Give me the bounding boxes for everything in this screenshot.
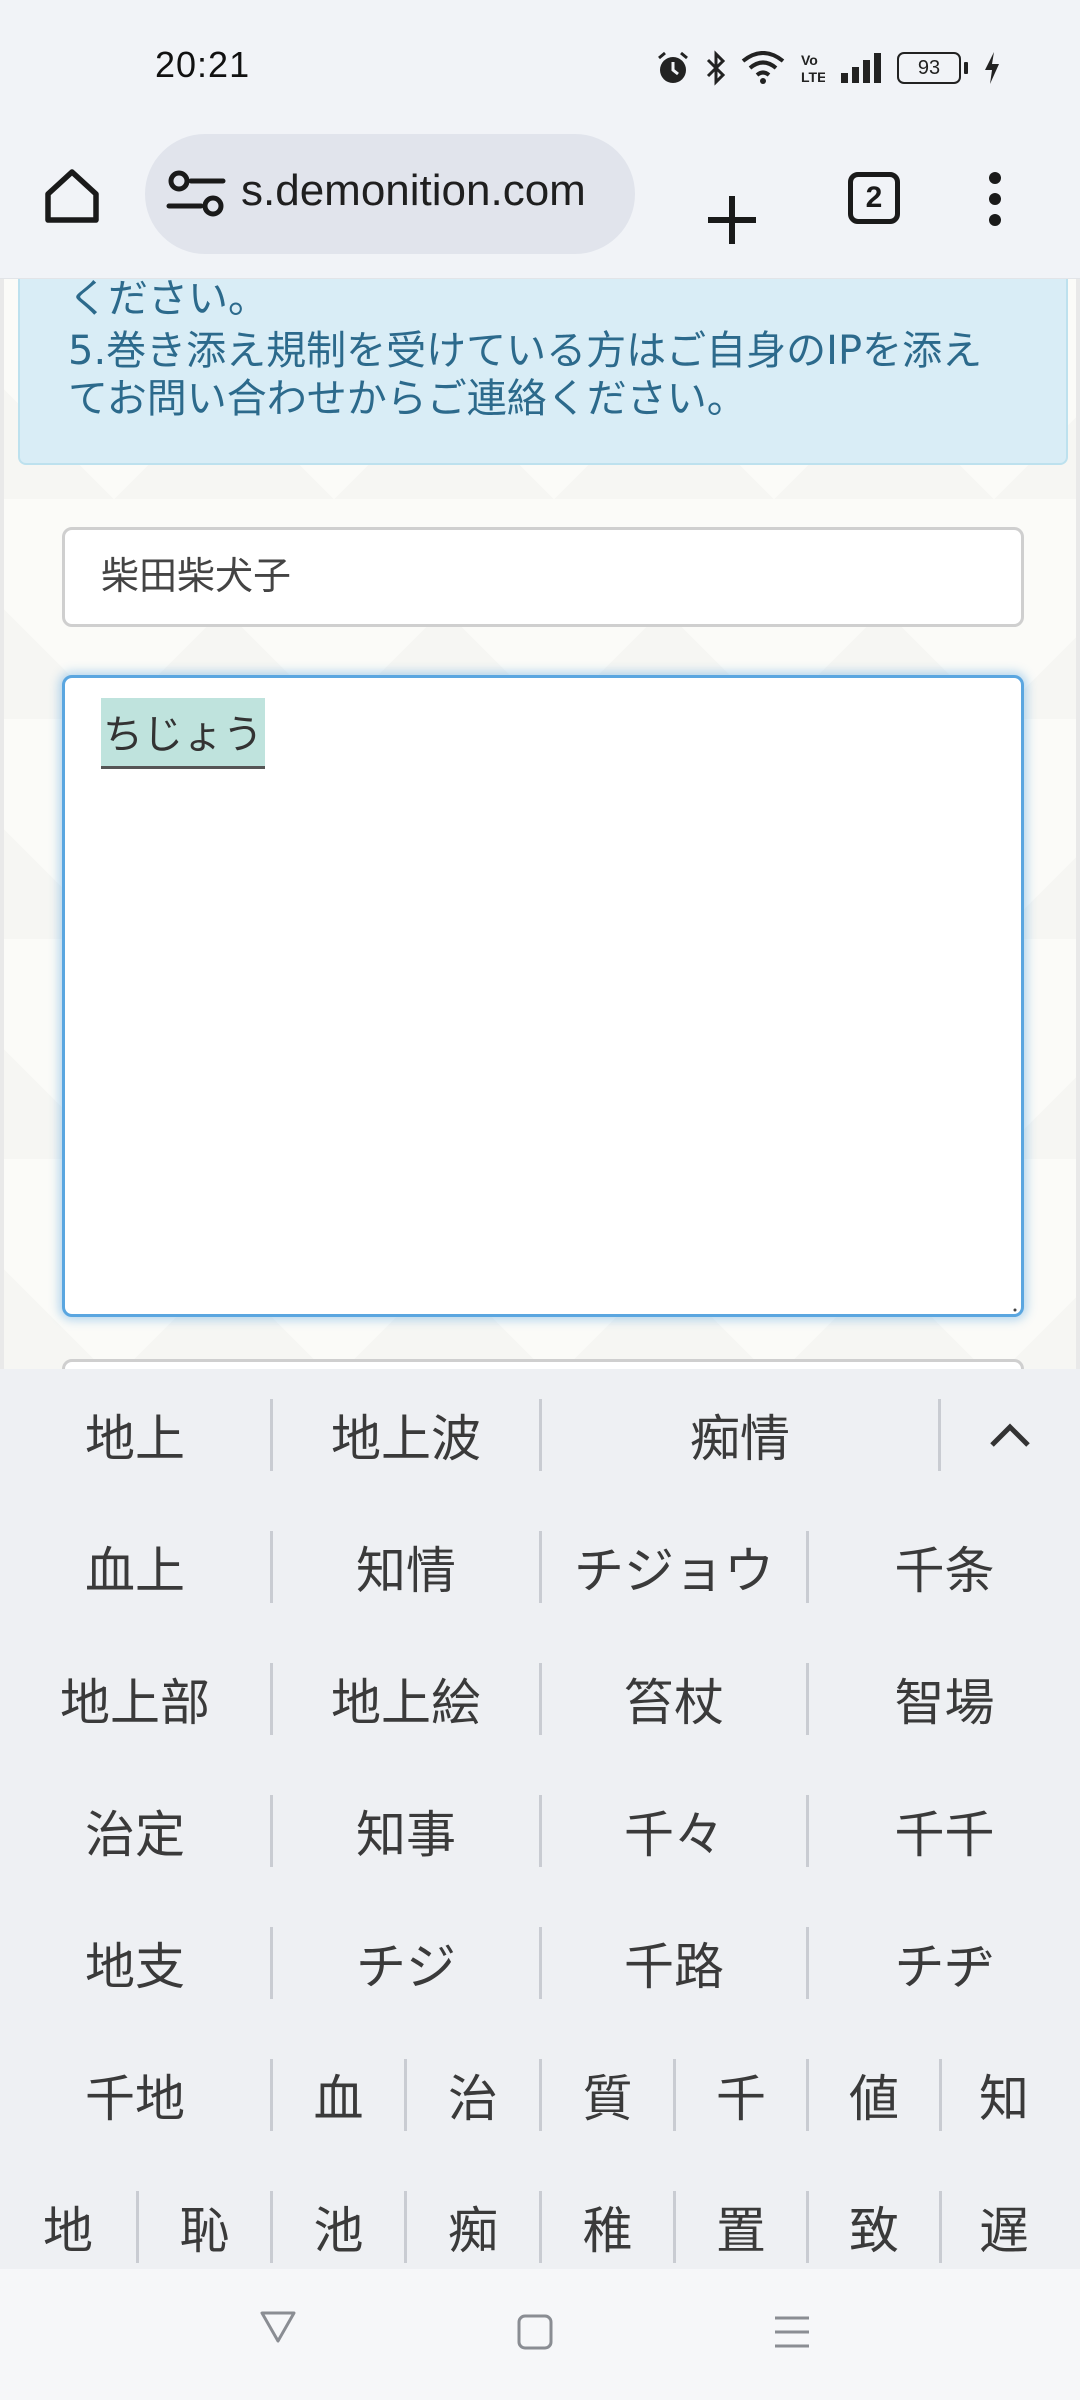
candidate[interactable]: 致 (809, 2161, 939, 2269)
more-menu-button[interactable] (975, 166, 1015, 232)
menu-lines-icon (775, 2316, 809, 2348)
battery-level: 93 (897, 52, 961, 84)
notice-line: ください。 (68, 276, 268, 322)
resize-grip-icon[interactable] (1009, 1304, 1017, 1312)
new-tab-button[interactable] (700, 188, 764, 252)
url-text: s.demonition.com (241, 166, 586, 215)
ime-candidate-panel: 地上 地上波 痴情 血上 知情 チジョウ 千条 地上部 地上絵 笞杖 智場 治定… (0, 1369, 1080, 2269)
candidate[interactable]: チヂ (809, 1897, 1080, 2029)
candidate[interactable]: 地上 (0, 1369, 270, 1501)
candidate[interactable]: 血 (273, 2029, 404, 2161)
browser-toolbar: s.demonition.com 2 (0, 132, 1080, 280)
candidate[interactable]: 千路 (542, 1897, 806, 2029)
candidate-row: 血上 知情 チジョウ 千条 (0, 1501, 1080, 1633)
candidate[interactable]: 値 (809, 2029, 939, 2161)
nav-back-button[interactable] (258, 2307, 298, 2351)
candidate[interactable]: 池 (273, 2161, 404, 2269)
candidate-row: 地上部 地上絵 笞杖 智場 (0, 1633, 1080, 1765)
candidate[interactable]: 恥 (139, 2161, 270, 2269)
candidate[interactable]: 千地 (0, 2029, 270, 2161)
candidate[interactable]: 質 (542, 2029, 673, 2161)
svg-text:Vo: Vo (801, 52, 818, 68)
candidate[interactable]: 置 (676, 2161, 806, 2269)
candidate[interactable]: 知情 (273, 1501, 539, 1633)
volte-icon: Vo LTE (801, 52, 825, 85)
candidate[interactable]: 地上波 (273, 1369, 539, 1501)
address-bar[interactable]: s.demonition.com (145, 134, 635, 254)
candidate[interactable]: 治定 (0, 1765, 270, 1897)
bluetooth-icon (706, 50, 726, 86)
candidate[interactable]: 笞杖 (542, 1633, 806, 1765)
candidate-row: 治定 知事 千々 千千 (0, 1765, 1080, 1897)
candidate-row: 地 恥 池 痴 稚 置 致 遅 (0, 2161, 1080, 2269)
candidate[interactable]: 地上部 (0, 1633, 270, 1765)
notice-line: てお問い合わせからご連絡ください。 (68, 376, 747, 422)
candidate[interactable]: 千条 (809, 1501, 1080, 1633)
candidate[interactable]: 痴情 (542, 1369, 938, 1501)
candidate-row: 地上 地上波 痴情 (0, 1369, 1080, 1501)
candidate[interactable]: 地 (0, 2161, 136, 2269)
candidate[interactable]: 知事 (273, 1765, 539, 1897)
status-time: 20:21 (155, 44, 251, 85)
square-icon (517, 2314, 553, 2350)
system-nav-bar (0, 2269, 1080, 2400)
candidate[interactable]: 千 (676, 2029, 806, 2161)
status-icons: Vo LTE 93 (655, 46, 1002, 90)
more-vert-icon (989, 172, 1001, 184)
candidate[interactable]: チジョウ (542, 1501, 806, 1633)
message-textarea[interactable]: ちじょう (62, 675, 1024, 1317)
signal-icon (841, 53, 881, 83)
candidate[interactable]: 知 (942, 2029, 1066, 2161)
home-icon (45, 169, 99, 223)
plus-icon (708, 196, 756, 244)
chevron-up-icon (990, 1423, 1030, 1447)
notice-line: 5.巻き添え規制を受けている方はご自身のIPを添え (68, 328, 983, 374)
ime-composing-text: ちじょう (101, 698, 265, 769)
web-page: ください。 5.巻き添え規制を受けている方はご自身のIPを添え てお問い合わせか… (0, 276, 1080, 1399)
notice-box: ください。 5.巻き添え規制を受けている方はご自身のIPを添え てお問い合わせか… (18, 276, 1068, 465)
wifi-icon (741, 51, 785, 84)
nav-home-button[interactable] (516, 2313, 554, 2355)
candidate[interactable]: 地上絵 (273, 1633, 539, 1765)
candidate[interactable]: 千々 (542, 1765, 806, 1897)
charging-icon (985, 52, 999, 84)
candidate[interactable]: 治 (407, 2029, 539, 2161)
candidate[interactable]: 智場 (809, 1633, 1080, 1765)
candidate[interactable]: 稚 (542, 2161, 673, 2269)
candidate[interactable]: 地支 (0, 1897, 270, 2029)
candidate[interactable]: 血上 (0, 1501, 270, 1633)
status-bar: 20:21 Vo LTE 93 (0, 0, 1080, 132)
candidate[interactable]: 痴 (407, 2161, 539, 2269)
candidate-row: 千地 血 治 質 千 値 知 (0, 2029, 1080, 2161)
home-button[interactable] (38, 162, 106, 230)
battery-icon: 93 (897, 52, 968, 84)
alarm-icon (658, 51, 688, 83)
candidate[interactable]: 遅 (942, 2161, 1066, 2269)
candidate-row: 地支 チジ 千路 チヂ (0, 1897, 1080, 2029)
site-settings-icon[interactable] (165, 170, 229, 220)
nav-recents-button[interactable] (773, 2313, 811, 2355)
svg-text:LTE: LTE (801, 69, 825, 85)
name-field[interactable]: 柴田柴犬子 (62, 527, 1024, 627)
tab-switcher-button[interactable]: 2 (848, 172, 900, 224)
collapse-candidates-button[interactable] (940, 1369, 1080, 1501)
candidate[interactable]: 千千 (809, 1765, 1080, 1897)
candidate[interactable]: チジ (273, 1897, 539, 2029)
back-triangle-icon (260, 2311, 296, 2343)
